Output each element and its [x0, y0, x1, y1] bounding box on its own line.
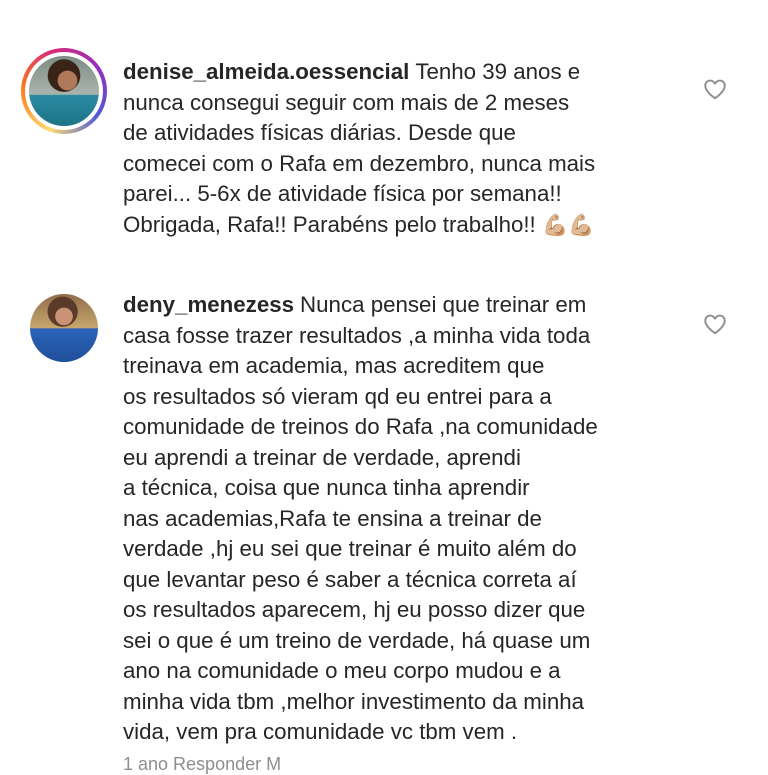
comment-text: denise_almeida.oessencial Tenho 39 anos e… [123, 59, 596, 237]
heart-outline-icon[interactable] [702, 76, 728, 102]
avatar [29, 56, 99, 126]
story-ring-avatar[interactable] [21, 48, 107, 134]
comment-footer-actions[interactable]: 1 ano Responder M [123, 754, 281, 775]
comment-text: deny_menezess Nunca pensei que treinar em… [123, 292, 598, 744]
username-link[interactable]: deny_menezess [123, 292, 294, 317]
avatar-button[interactable] [30, 294, 98, 362]
flexed-biceps-emoji: 💪🏼💪🏼 [541, 213, 595, 237]
heart-outline-icon[interactable] [702, 311, 728, 337]
avatar [30, 294, 98, 362]
username-link[interactable]: denise_almeida.oessencial [123, 59, 409, 84]
